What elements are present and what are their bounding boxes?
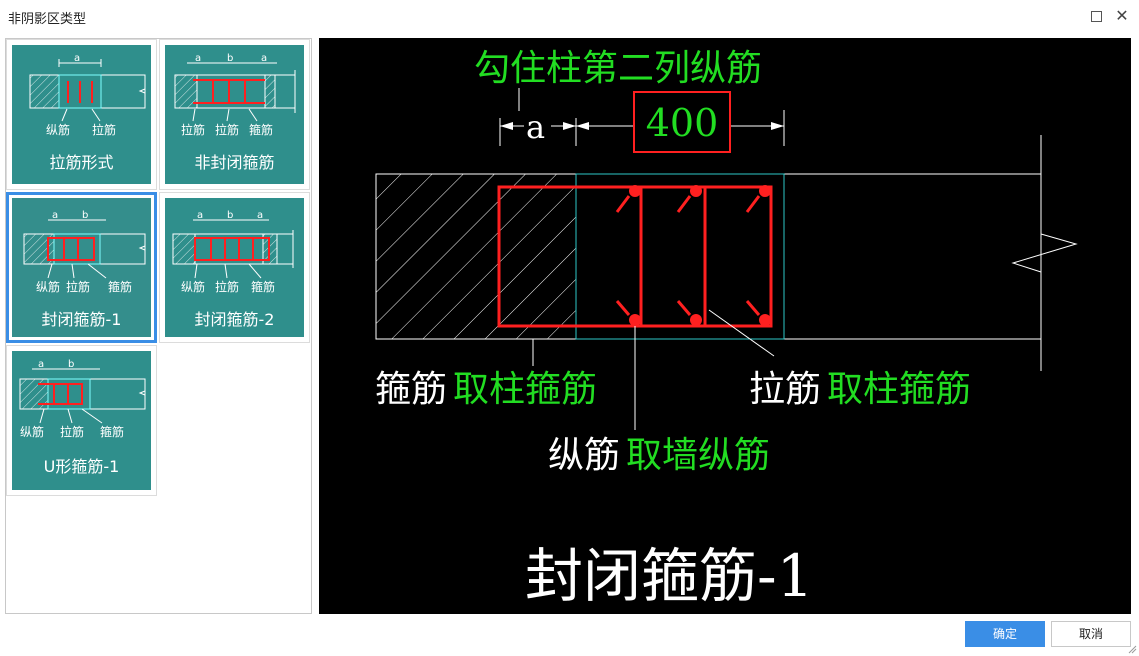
dim-a-label: a (526, 108, 545, 146)
dim-b: b (82, 210, 89, 221)
option-caption: U形箍筋-1 (43, 457, 120, 476)
thumb-image: 纵筋 拉筋 箍筋 a b a 封闭箍筋-2 (165, 198, 304, 337)
dim-b: b (227, 53, 234, 64)
window-title: 非阴影区类型 (8, 12, 87, 27)
thumb-labels: 纵筋 拉筋 箍筋 (165, 278, 304, 294)
label-stirrup: 箍筋 (108, 280, 133, 294)
label-stirrup: 箍筋 (249, 123, 274, 137)
dim-b: b (68, 359, 75, 370)
option-caption: 封闭箍筋-2 (194, 310, 275, 329)
dim-a: a (38, 359, 45, 370)
resize-grip-icon[interactable] (1128, 645, 1137, 654)
dim-a: a (52, 210, 59, 221)
thumb-image: 纵筋 拉筋 箍筋 a b U形箍筋-1 (12, 351, 151, 490)
ok-button[interactable]: 确定 (965, 621, 1045, 647)
dim-value: 400 (646, 101, 719, 145)
label-long-bar: 纵筋 (20, 425, 45, 439)
label-tie: 拉筋 (66, 280, 91, 294)
label-long-bar: 纵筋 (36, 280, 61, 294)
stirrup-annotation: 箍筋 取柱箍筋 (375, 369, 597, 410)
option-open-stirrup[interactable]: 拉筋 拉筋 箍筋 a b a 非封闭箍筋 (159, 39, 310, 190)
cancel-button[interactable]: 取消 (1051, 621, 1131, 647)
long-bar-annotation: 纵筋 取墙纵筋 (548, 435, 770, 476)
preview-canvas: 勾住柱第二列纵筋 a 400 箍筋 取柱箍筋 拉筋 取柱箍筋 纵筋 取墙纵筋 封… (319, 38, 1131, 614)
label-stirrup: 箍筋 (251, 280, 276, 294)
label-tie: 拉筋 (181, 123, 206, 137)
dim-a: a (195, 53, 202, 64)
option-closed-stirrup-2[interactable]: 纵筋 拉筋 箍筋 a b a 封闭箍筋-2 (159, 192, 310, 343)
option-list: 纵筋 拉筋 a 拉筋形式 拉筋 拉筋 箍筋 a b a 非封闭箍筋 纵筋 拉筋 … (5, 38, 312, 614)
dim-a: a (74, 53, 81, 64)
dim-a: a (261, 53, 268, 64)
thumb-labels: 纵筋 拉筋 箍筋 (12, 423, 151, 439)
option-caption: 拉筋形式 (49, 153, 114, 172)
title-bar: 非阴影区类型 ✕ (0, 0, 1139, 34)
label-tie: 拉筋 (92, 123, 117, 137)
thumb-image: 纵筋 拉筋 a 拉筋形式 (12, 45, 151, 184)
close-icon: ✕ (1115, 6, 1129, 25)
close-button[interactable]: ✕ (1112, 6, 1132, 26)
thumb-labels: 纵筋 拉筋 箍筋 (12, 278, 151, 294)
thumb-image: 拉筋 拉筋 箍筋 a b a 非封闭箍筋 (165, 45, 304, 184)
dim-a: a (257, 210, 264, 221)
label-tie: 拉筋 (60, 425, 85, 439)
option-closed-stirrup-1[interactable]: 纵筋 拉筋 箍筋 a b 封闭箍筋-1 (6, 192, 157, 343)
preview-caption: 封闭箍筋-1 (525, 542, 814, 610)
label-long-bar: 纵筋 (46, 123, 71, 137)
option-caption: 封闭箍筋-1 (41, 310, 122, 329)
thumb-labels: 拉筋 拉筋 箍筋 (165, 121, 304, 137)
option-u-stirrup-1[interactable]: 纵筋 拉筋 箍筋 a b U形箍筋-1 (6, 345, 157, 496)
option-tie-form[interactable]: 纵筋 拉筋 a 拉筋形式 (6, 39, 157, 190)
label-tie: 拉筋 (215, 123, 240, 137)
maximize-button[interactable] (1086, 6, 1106, 26)
option-caption: 非封闭箍筋 (194, 153, 275, 172)
dim-b: b (227, 210, 234, 221)
tie-annotation: 拉筋 取柱箍筋 (749, 369, 971, 410)
preview-header: 勾住柱第二列纵筋 (474, 48, 762, 89)
maximize-icon (1090, 11, 1102, 22)
preview-diagram: 勾住柱第二列纵筋 a 400 箍筋 取柱箍筋 拉筋 取柱箍筋 纵筋 取墙纵筋 封… (375, 48, 1078, 610)
dim-a: a (197, 210, 204, 221)
label-tie: 拉筋 (215, 280, 240, 294)
label-long-bar: 纵筋 (181, 280, 206, 294)
thumb-image: 纵筋 拉筋 箍筋 a b 封闭箍筋-1 (12, 198, 151, 337)
label-stirrup: 箍筋 (100, 425, 125, 439)
thumb-labels: 纵筋 拉筋 (12, 121, 151, 137)
